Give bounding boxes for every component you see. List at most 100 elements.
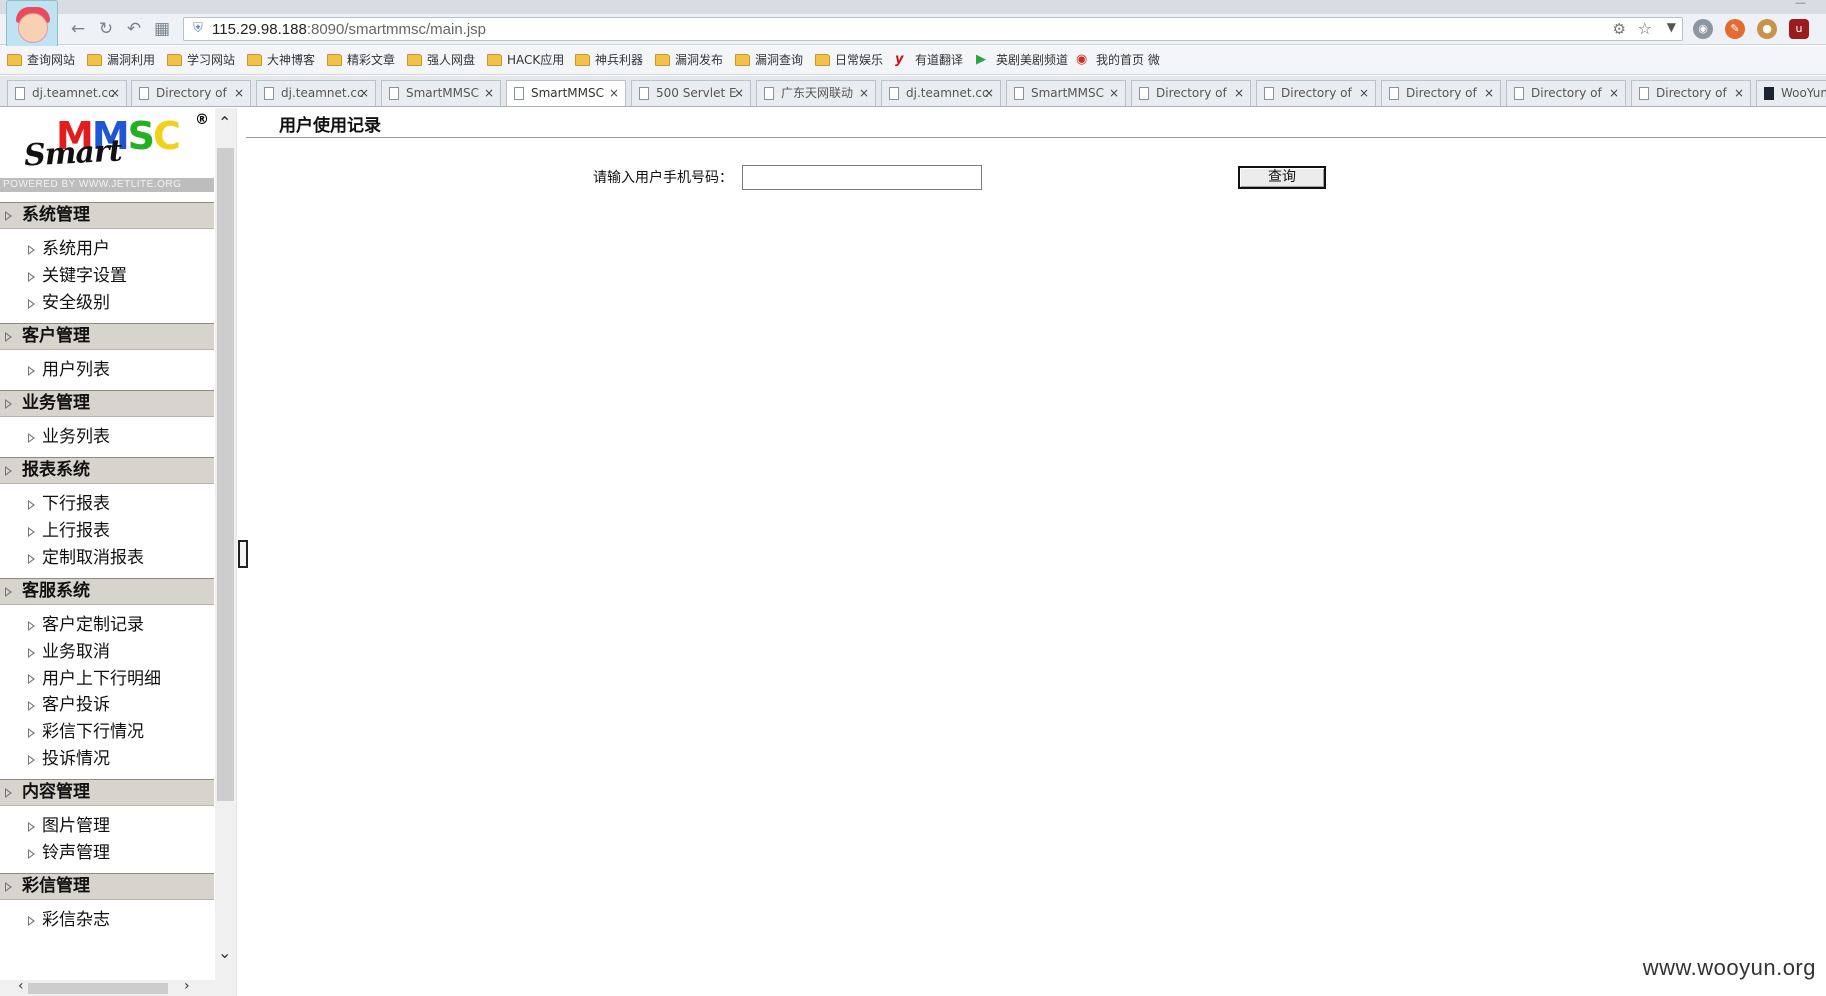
browser-tab[interactable]: Directory of × — [1256, 80, 1376, 106]
menu-group-header[interactable]: 彩信管理 — [0, 873, 214, 900]
browser-tab[interactable]: SmartMMSC × — [381, 80, 501, 106]
bookmark-folder[interactable]: 漏洞利用 — [87, 52, 155, 69]
menu-group-header[interactable]: 报表系统 — [0, 457, 214, 484]
minimize-icon[interactable]: — — [1795, 0, 1806, 9]
menu-item[interactable]: 系统用户 — [0, 236, 214, 263]
close-icon[interactable]: × — [234, 81, 244, 105]
extension-ublock-icon[interactable]: u — [1789, 19, 1809, 39]
menu-group-header[interactable]: 业务管理 — [0, 390, 214, 417]
back-icon[interactable]: ← — [68, 19, 88, 39]
bookmark-folder[interactable]: 大神博客 — [247, 52, 315, 69]
bookmark-link[interactable]: ▶ 英剧美剧频道 — [976, 52, 1068, 69]
bookmark-folder[interactable]: 漏洞查询 — [735, 52, 803, 69]
menu-item[interactable]: 铃声管理 — [0, 840, 214, 867]
browser-tab[interactable]: dj.teamnet.cc × — [256, 80, 376, 106]
scroll-right-icon[interactable]: › — [184, 978, 190, 994]
browser-tab[interactable]: dj.teamnet.cc × — [881, 80, 1001, 106]
bookmark-folder[interactable]: 精彩文章 — [327, 52, 395, 69]
browser-tab-active[interactable]: SmartMMSC × — [506, 80, 626, 106]
play-icon: ▶ — [976, 52, 986, 67]
menu-item[interactable]: 定制取消报表 — [0, 545, 214, 572]
bookmark-folder[interactable]: 漏洞发布 — [655, 52, 723, 69]
close-icon[interactable]: × — [859, 81, 869, 105]
browser-tab[interactable]: Directory of × — [1381, 80, 1501, 106]
browser-tab[interactable]: SmartMMSC × — [1006, 80, 1126, 106]
close-icon[interactable]: × — [484, 81, 494, 105]
query-button[interactable]: 查询 — [1238, 166, 1326, 189]
scrollbar-thumb[interactable] — [217, 148, 234, 801]
close-icon[interactable]: × — [1109, 81, 1119, 105]
extension-globe-icon[interactable]: ◉ — [1693, 19, 1713, 39]
bookmark-folder[interactable]: 日常娱乐 — [815, 52, 883, 69]
browser-tab[interactable]: Directory of × — [1631, 80, 1751, 106]
menu-item[interactable]: 上行报表 — [0, 518, 214, 545]
triangle-right-icon — [28, 527, 35, 537]
menu-item[interactable]: 图片管理 — [0, 813, 214, 840]
bookmark-folder[interactable]: HACK应用 — [487, 52, 564, 69]
tab-label: dj.teamnet.cc — [32, 86, 115, 100]
menu-group-header[interactable]: 客户管理 — [0, 323, 214, 350]
refresh-icon[interactable]: ↻ — [96, 19, 116, 39]
horizontal-scrollbar[interactable]: ‹ › — [0, 978, 215, 996]
bookmark-folder[interactable]: 神兵利器 — [575, 52, 643, 69]
close-icon[interactable]: × — [1359, 81, 1369, 105]
favorite-star-icon[interactable]: ☆ — [1638, 19, 1652, 38]
menu-group-header[interactable]: 内容管理 — [0, 779, 214, 806]
vertical-scrollbar[interactable]: ⌃ ⌄ — [215, 108, 236, 996]
browser-tab[interactable]: dj.teamnet.cc × — [7, 80, 127, 106]
menu-group-header[interactable]: 系统管理 — [0, 202, 214, 229]
bookmark-label: 学习网站 — [187, 53, 236, 67]
menu-item[interactable]: 用户上下行明细 — [0, 666, 175, 692]
browser-tab[interactable]: Directory of × — [1506, 80, 1626, 106]
user-avatar[interactable] — [6, 0, 58, 52]
tab-label: Directory of — [1406, 86, 1477, 100]
browser-tab[interactable]: Directory of × — [1131, 80, 1251, 106]
close-icon[interactable]: × — [359, 81, 369, 105]
close-icon[interactable]: × — [1484, 81, 1494, 105]
bookmark-link[interactable]: ◉ 我的首页 微 — [1076, 52, 1160, 69]
close-icon[interactable]: × — [734, 81, 744, 105]
menu-group-header[interactable]: 客服系统 — [0, 578, 214, 605]
menu-item[interactable]: 安全级别 — [0, 290, 214, 317]
folder-icon — [575, 54, 590, 66]
address-url[interactable]: 115.29.98.188:8090/smartmmsc/main.jsp — [212, 21, 486, 38]
scrollbar-thumb[interactable] — [28, 983, 168, 994]
close-icon[interactable]: × — [1734, 81, 1744, 105]
undo-icon[interactable]: ↶ — [124, 19, 144, 39]
browser-tab[interactable]: Directory of × — [131, 80, 251, 106]
menu-item[interactable]: 彩信杂志 — [0, 907, 214, 934]
frame-splitter[interactable] — [236, 108, 248, 996]
extension-cookie-icon[interactable]: ● — [1757, 19, 1777, 39]
phone-number-input[interactable] — [742, 165, 982, 190]
close-icon[interactable]: × — [984, 81, 994, 105]
menu-item[interactable]: 用户列表 — [0, 357, 214, 384]
scroll-up-icon[interactable]: ⌃ — [218, 113, 231, 132]
menu-item[interactable]: 客户投诉 — [0, 692, 214, 719]
close-icon[interactable]: × — [1609, 81, 1619, 105]
bookmark-folder[interactable]: 学习网站 — [167, 52, 235, 69]
bookmark-folder[interactable]: 查询网站 — [7, 52, 75, 69]
menu-item[interactable]: 业务列表 — [0, 424, 214, 451]
bookmark-folder[interactable]: 强人网盘 — [407, 52, 475, 69]
main-frame: 用户使用记录 请输入用户手机号码： 查询 — [246, 108, 1826, 996]
compat-mode-icon[interactable]: ⚙ — [1613, 20, 1626, 38]
address-bar[interactable]: ⛨ 115.29.98.188:8090/smartmmsc/main.jsp … — [183, 17, 1683, 41]
address-dropdown-icon[interactable]: ▼ — [1667, 20, 1676, 34]
menu-item[interactable]: 投诉情况 — [0, 746, 214, 773]
browser-tab[interactable]: WooYun — [1756, 80, 1826, 106]
menu-item[interactable]: 客户定制记录 — [0, 612, 214, 639]
browser-tab[interactable]: 广东天网联动 × — [756, 80, 876, 106]
menu-item[interactable]: 彩信下行情况 — [0, 719, 214, 746]
menu-item[interactable]: 下行报表 — [0, 491, 214, 518]
scroll-down-icon[interactable]: ⌄ — [218, 943, 231, 962]
close-icon[interactable]: × — [110, 81, 120, 105]
scroll-left-icon[interactable]: ‹ — [18, 978, 24, 994]
home-grid-icon[interactable]: ▦ — [152, 19, 172, 39]
close-icon[interactable]: × — [609, 81, 619, 105]
menu-item[interactable]: 关键字设置 — [0, 263, 214, 290]
extension-paint-icon[interactable]: ✎ — [1725, 19, 1745, 39]
bookmark-link[interactable]: y 有道翻译 — [895, 52, 963, 69]
browser-tab[interactable]: 500 Servlet E × — [631, 80, 751, 106]
close-icon[interactable]: × — [1234, 81, 1244, 105]
menu-item[interactable]: 业务取消 — [0, 639, 214, 666]
